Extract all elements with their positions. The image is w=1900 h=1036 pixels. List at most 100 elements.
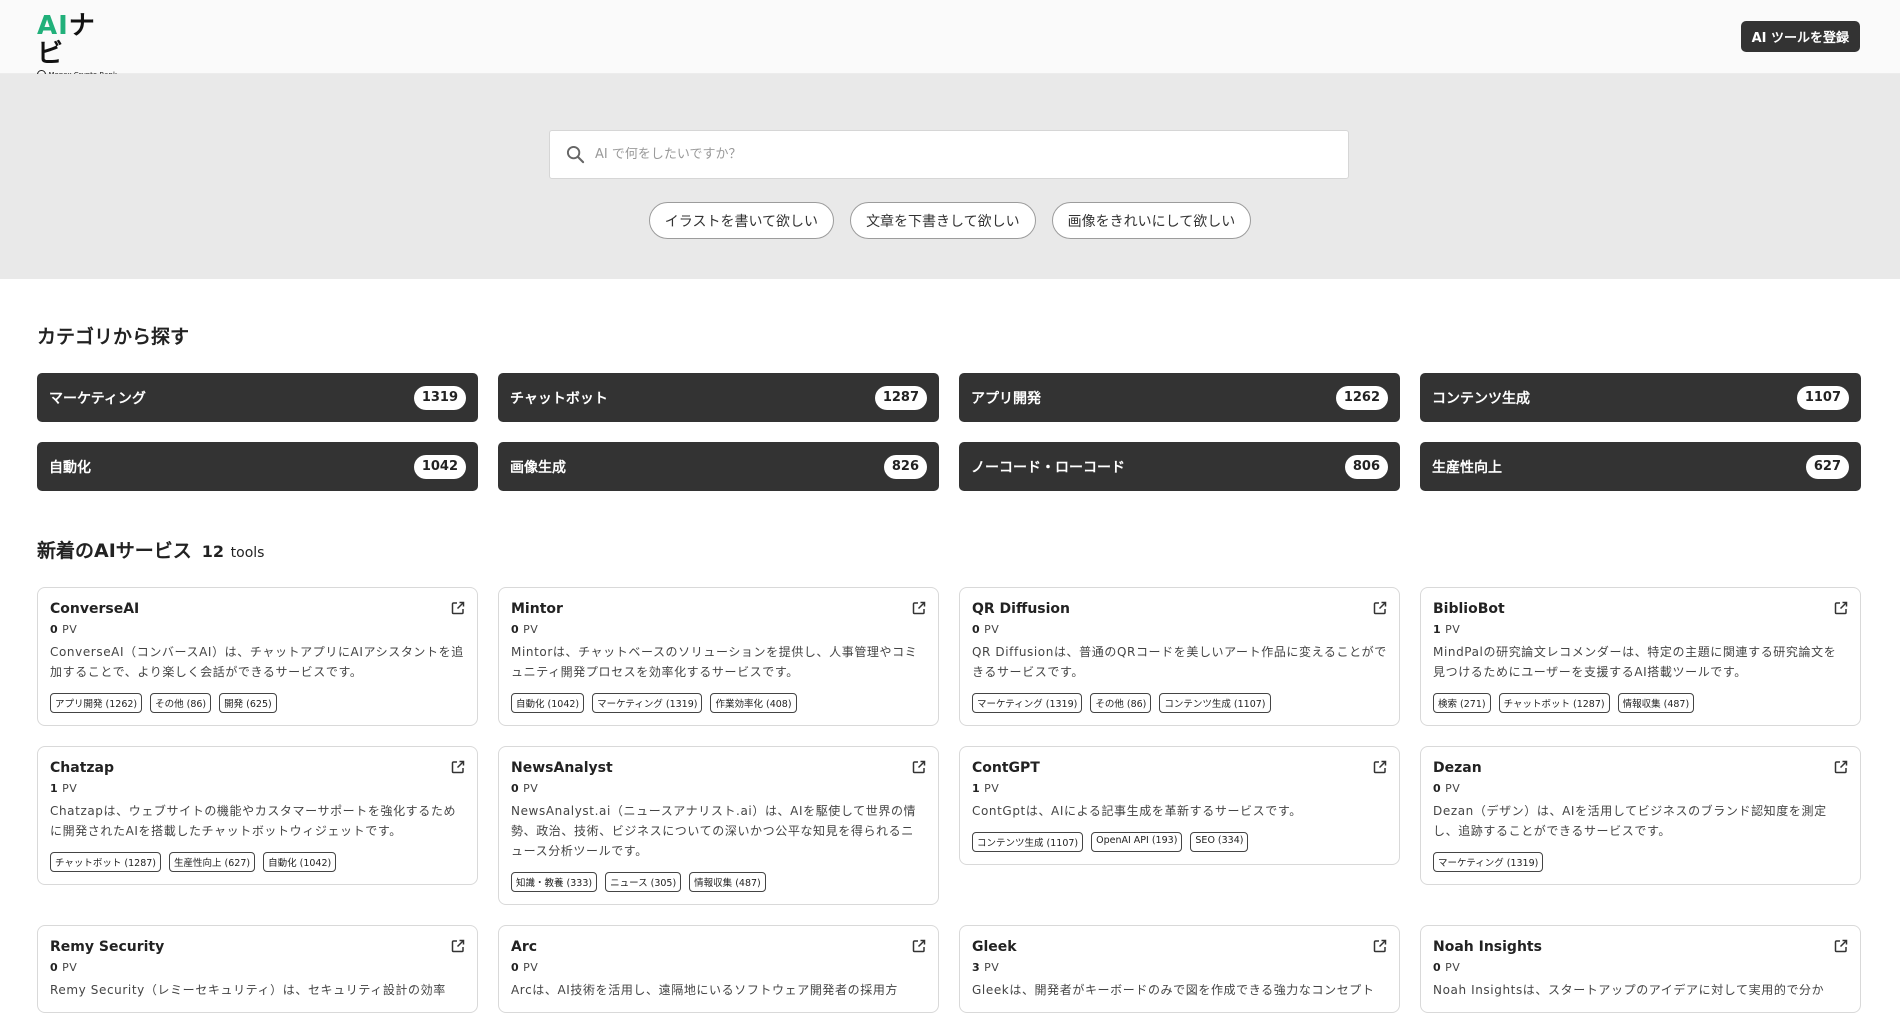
tool-tag[interactable]: その他 (86) bbox=[1090, 693, 1152, 713]
tool-name[interactable]: ContGPT bbox=[972, 760, 1387, 776]
pv-value: 0 bbox=[511, 782, 520, 795]
tool-tag[interactable]: コンテンツ生成 (1107) bbox=[972, 832, 1084, 852]
external-link-icon[interactable] bbox=[451, 939, 465, 953]
tool-tag[interactable]: その他 (86) bbox=[150, 693, 212, 713]
search-input[interactable] bbox=[595, 147, 1295, 162]
tool-tag[interactable]: 自動化 (1042) bbox=[511, 693, 585, 713]
tool-name[interactable]: Chatzap bbox=[50, 760, 465, 776]
external-link-icon[interactable] bbox=[1834, 939, 1848, 953]
external-link-icon[interactable] bbox=[1373, 760, 1387, 774]
tool-tag[interactable]: ニュース (305) bbox=[605, 872, 682, 892]
search-box[interactable] bbox=[549, 130, 1349, 179]
category-item[interactable]: ノーコード・ローコード 806 bbox=[959, 442, 1400, 491]
tool-tag[interactable]: 情報収集 (487) bbox=[1617, 693, 1695, 713]
pv-unit: PV bbox=[62, 623, 78, 636]
tool-tags: チャットボット (1287) 生産性向上 (627) 自動化 (1042) bbox=[50, 852, 465, 872]
tool-tag[interactable]: マーケティング (1319) bbox=[1433, 852, 1544, 872]
tool-tag[interactable]: チャットボット (1287) bbox=[50, 852, 162, 872]
tool-card[interactable]: ContGPT 1 PV ContGptは、AIによる記事生成を革新するサービスです… bbox=[959, 746, 1400, 865]
external-link-icon[interactable] bbox=[1834, 601, 1848, 615]
tool-name[interactable]: BiblioBot bbox=[1433, 601, 1848, 617]
category-count-badge: 1042 bbox=[413, 454, 466, 479]
tool-name[interactable]: Mintor bbox=[511, 601, 926, 617]
external-link-icon[interactable] bbox=[1373, 601, 1387, 615]
hero-search-area: イラストを書いて欲しい 文章を下書きして欲しい 画像をきれいにして欲しい bbox=[0, 74, 1900, 279]
category-item[interactable]: 画像生成 826 bbox=[498, 442, 939, 491]
category-label: 生産性向上 bbox=[1432, 459, 1502, 476]
tool-tag[interactable]: 検索 (271) bbox=[1433, 693, 1491, 713]
tool-tags: 知識・教養 (333) ニュース (305) 情報収集 (487) bbox=[511, 872, 926, 892]
tool-name[interactable]: Gleek bbox=[972, 939, 1387, 955]
category-count-badge: 806 bbox=[1344, 454, 1388, 479]
tool-tag[interactable]: SEO (334) bbox=[1190, 832, 1249, 852]
category-section-title: カテゴリから探す bbox=[37, 326, 190, 348]
suggestion-chip[interactable]: 画像をきれいにして欲しい bbox=[1051, 202, 1252, 239]
tool-tag[interactable]: アプリ開発 (1262) bbox=[50, 693, 143, 713]
external-link-icon[interactable] bbox=[912, 760, 926, 774]
tool-card[interactable]: Gleek 3 PV Gleekは、開発者がキーボードのみで図を作成できる強力なコン… bbox=[959, 925, 1400, 1013]
category-item[interactable]: 自動化 1042 bbox=[37, 442, 478, 491]
tool-card[interactable]: Remy Security 0 PV Remy Security（レミーセキュリティ… bbox=[37, 925, 478, 1013]
tool-card[interactable]: NewsAnalyst 0 PV NewsAnalyst.ai（ニュースアナリスト.… bbox=[498, 746, 939, 905]
category-item[interactable]: コンテンツ生成 1107 bbox=[1420, 373, 1861, 422]
tool-card[interactable]: Mintor 0 PV Mintorは、チャットベースのソリューションを提供し、人事… bbox=[498, 587, 939, 726]
category-count-badge: 1319 bbox=[413, 385, 466, 410]
tool-card[interactable]: Chatzap 1 PV Chatzapは、ウェブサイトの機能やカスタマーサポートを… bbox=[37, 746, 478, 885]
tool-card[interactable]: Dezan 0 PV Dezan（デザン）は、AIを活用してビジネスのブランド認知度… bbox=[1420, 746, 1861, 885]
page-view-count: 0 PV bbox=[511, 782, 926, 795]
page-view-count: 3 PV bbox=[972, 961, 1387, 974]
external-link-icon[interactable] bbox=[1373, 939, 1387, 953]
tool-tag[interactable]: 作業効率化 (408) bbox=[710, 693, 797, 713]
tool-card[interactable]: BiblioBot 1 PV MindPalの研究論文レコメンダーは、特定の主題に関… bbox=[1420, 587, 1861, 726]
tool-tag[interactable]: チャットボット (1287) bbox=[1498, 693, 1610, 713]
logo[interactable]: AIナビ Monex Crypto Bank bbox=[37, 12, 117, 79]
register-tool-button[interactable]: AI ツールを登録 bbox=[1740, 21, 1860, 52]
tool-description: Arcは、AI技術を活用し、遠隔地にいるソフトウェア開発者の採用方 bbox=[511, 983, 899, 997]
tool-card-grid: ConverseAI 0 PV ConverseAI（コンバースAI）は、チャットア… bbox=[37, 587, 1861, 1013]
tool-tag[interactable]: 情報収集 (487) bbox=[689, 872, 766, 892]
tool-name[interactable]: Dezan bbox=[1433, 760, 1848, 776]
tool-tag[interactable]: OpenAI API (193) bbox=[1091, 832, 1183, 852]
external-link-icon[interactable] bbox=[451, 601, 465, 615]
tool-card[interactable]: QR Diffusion 0 PV QR Diffusionは、普通のQRコードを美… bbox=[959, 587, 1400, 726]
tool-name[interactable]: Noah Insights bbox=[1433, 939, 1848, 955]
tool-tag[interactable]: マーケティング (1319) bbox=[972, 693, 1083, 713]
category-item[interactable]: 生産性向上 627 bbox=[1420, 442, 1861, 491]
pv-unit: PV bbox=[62, 961, 78, 974]
logo-wordmark: AIナビ bbox=[37, 12, 117, 68]
external-link-icon[interactable] bbox=[912, 601, 926, 615]
category-item[interactable]: マーケティング 1319 bbox=[37, 373, 478, 422]
tool-tags: 自動化 (1042) マーケティング (1319) 作業効率化 (408) bbox=[511, 693, 926, 713]
category-label: マーケティング bbox=[49, 390, 146, 407]
tool-tag[interactable]: コンテンツ生成 (1107) bbox=[1159, 693, 1271, 713]
tool-name[interactable]: Remy Security bbox=[50, 939, 465, 955]
tool-tag[interactable]: 開発 (625) bbox=[219, 693, 277, 713]
tool-tag[interactable]: マーケティング (1319) bbox=[592, 693, 703, 713]
tool-name[interactable]: NewsAnalyst bbox=[511, 760, 926, 776]
tool-name[interactable]: QR Diffusion bbox=[972, 601, 1387, 617]
pv-unit: PV bbox=[62, 782, 78, 795]
external-link-icon[interactable] bbox=[451, 760, 465, 774]
pv-unit: PV bbox=[984, 623, 1000, 636]
tool-card[interactable]: ConverseAI 0 PV ConverseAI（コンバースAI）は、チャットア… bbox=[37, 587, 478, 726]
category-item[interactable]: チャットボット 1287 bbox=[498, 373, 939, 422]
tool-name[interactable]: ConverseAI bbox=[50, 601, 465, 617]
tools-unit: tools bbox=[230, 545, 265, 561]
category-item[interactable]: アプリ開発 1262 bbox=[959, 373, 1400, 422]
tool-tag[interactable]: 自動化 (1042) bbox=[263, 852, 337, 872]
tool-name[interactable]: Arc bbox=[511, 939, 926, 955]
suggestion-chip[interactable]: 文章を下書きして欲しい bbox=[850, 202, 1036, 239]
new-tools-heading: 新着のAIサービス bbox=[37, 540, 192, 562]
tool-card[interactable]: Arc 0 PV Arcは、AI技術を活用し、遠隔地にいるソフトウェア開発者の採用方 bbox=[498, 925, 939, 1013]
tool-description: ContGptは、AIによる記事生成を革新するサービスです。 bbox=[972, 804, 1302, 818]
pv-unit: PV bbox=[523, 782, 539, 795]
category-count-badge: 826 bbox=[883, 454, 927, 479]
tool-tag[interactable]: 知識・教養 (333) bbox=[511, 872, 598, 892]
tool-card[interactable]: Noah Insights 0 PV Noah Insightsは、スタートアップの… bbox=[1420, 925, 1861, 1013]
external-link-icon[interactable] bbox=[912, 939, 926, 953]
tool-tag[interactable]: 生産性向上 (627) bbox=[169, 852, 256, 872]
external-link-icon[interactable] bbox=[1834, 760, 1848, 774]
suggestion-list: イラストを書いて欲しい 文章を下書きして欲しい 画像をきれいにして欲しい bbox=[0, 202, 1900, 239]
pv-value: 0 bbox=[50, 623, 59, 636]
suggestion-chip[interactable]: イラストを書いて欲しい bbox=[648, 202, 835, 239]
